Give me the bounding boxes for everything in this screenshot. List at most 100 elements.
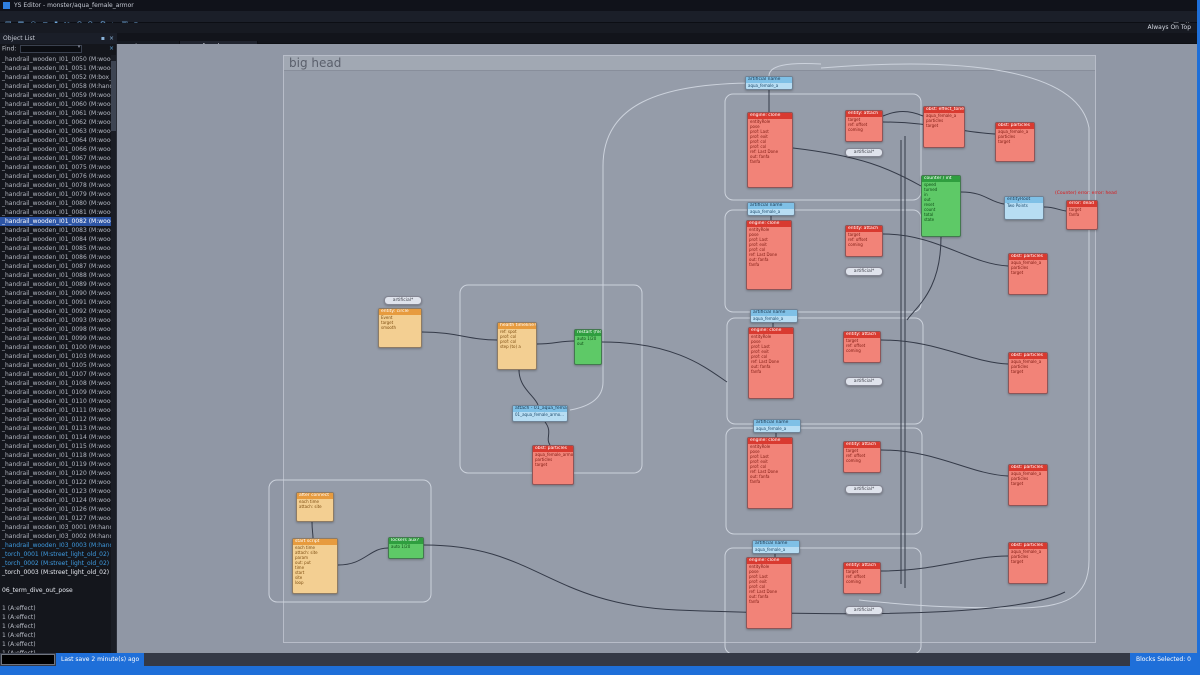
list-item[interactable]: _handrail_wooden_I01_0052 (M:box_l) — [0, 73, 111, 82]
start-script[interactable]: start script each time attach: site param ou… — [292, 538, 338, 594]
list-item[interactable]: _handrail_wooden_I01_0080 (M:wood... — [0, 199, 111, 208]
entity-attach-3[interactable]: entity: attach target ref: offset coming — [843, 331, 881, 363]
list-item[interactable] — [0, 577, 111, 586]
entity-root[interactable]: entityRoot Two Points — [1004, 196, 1044, 220]
list-item[interactable]: 06_term_dive_out_pose — [0, 586, 111, 595]
artificial-pill-5[interactable]: artificial* — [845, 606, 883, 615]
entity-name-5[interactable]: artificial name aqua_female_a — [752, 540, 800, 554]
attach-aqua[interactable]: attach - 01_aqua_fema... 01_aqua_female_a… — [512, 405, 568, 422]
list-item[interactable]: _handrail_wooden_I01_0110 (M:wood... — [0, 397, 111, 406]
list-item[interactable]: _handrail_wooden_I01_0084 (M:wood... — [0, 235, 111, 244]
list-item[interactable]: 1 (A:effect) — [0, 631, 111, 640]
list-item[interactable]: _handrail_wooden_I01_0088 (M:wood... — [0, 271, 111, 280]
artificial-pill-left[interactable]: artificial* — [384, 296, 422, 305]
list-item[interactable]: _torch_0003 (M:street_light_old_02) — [0, 568, 111, 577]
obst-particles-5[interactable]: obst: particles aqua_female_a particles tar… — [1008, 542, 1048, 584]
list-item[interactable]: _handrail_wooden_I01_0098 (M:wood... — [0, 325, 111, 334]
list-item[interactable]: _handrail_wooden_I03_0001 (M:hand... — [0, 523, 111, 532]
list-item[interactable]: _handrail_wooden_I01_0064 (M:wood... — [0, 136, 111, 145]
entity-name-3[interactable]: artificial name aqua_female_a — [750, 309, 798, 323]
list-item[interactable]: _handrail_wooden_I01_0111 (M:wood... — [0, 406, 111, 415]
list-item[interactable]: _handrail_wooden_I01_0112 (M:wood... — [0, 415, 111, 424]
entity-attach-1[interactable]: entity: attach target ref: offset coming — [845, 110, 883, 142]
list-item[interactable]: _handrail_wooden_I01_0126 (M:wood... — [0, 505, 111, 514]
list-item[interactable]: _handrail_wooden_I01_0082 (M:wood... — [0, 217, 111, 226]
list-item[interactable]: _handrail_wooden_I01_0063 (M:wood... — [0, 127, 111, 136]
list-item[interactable]: _handrail_wooden_I01_0107 (M:wood... — [0, 370, 111, 379]
error-dead[interactable]: error: dead target fanfa — [1066, 200, 1098, 230]
list-item[interactable]: _handrail_wooden_I01_0067 (M:wood... — [0, 154, 111, 163]
list-item[interactable]: _torch_0001 (M:street_light_old_02) — [0, 550, 111, 559]
find-input[interactable]: ▾ — [20, 44, 83, 53]
node-canvas[interactable]: big head artificial name aqua_female_a eng… — [117, 44, 1197, 653]
chevron-down-icon[interactable]: ▾ — [78, 44, 81, 50]
entity-name-1[interactable]: artificial name aqua_female_a — [745, 76, 793, 90]
obst-particles-4[interactable]: obst: particles aqua_female_a particles tar… — [1008, 464, 1048, 506]
object-list-scrollbar[interactable] — [111, 55, 116, 653]
entity-circle[interactable]: entity: circle Event target smooth — [378, 308, 422, 348]
list-item[interactable]: _handrail_wooden_I01_0123 (M:wood... — [0, 487, 111, 496]
list-item[interactable]: _handrail_wooden_I01_0079 (M:wood... — [0, 190, 111, 199]
close-icon[interactable]: × — [109, 35, 114, 42]
list-item[interactable]: _handrail_wooden_I01_0059 (M:wood... — [0, 91, 111, 100]
list-item[interactable]: _handrail_wooden_I01_0075 (M:wood... — [0, 163, 111, 172]
list-item[interactable]: _handrail_wooden_I01_0087 (M:wood... — [0, 262, 111, 271]
obst-particles-left[interactable]: obst: particlesaqua_female_armor_apartic… — [532, 445, 574, 485]
list-item[interactable]: _handrail_wooden_I03_0002 (M:hand... — [0, 532, 111, 541]
list-item[interactable]: 1 (A:effect) — [0, 604, 111, 613]
lockers-aux[interactable]: lockers aux? auto 1/20 — [388, 537, 424, 559]
entity-name-4[interactable]: artificial name aqua_female_a — [753, 419, 801, 433]
list-item[interactable]: _handrail_wooden_I01_0085 (M:wood... — [0, 244, 111, 253]
list-item[interactable]: _handrail_wooden_I01_0076 (M:wood... — [0, 172, 111, 181]
list-item[interactable]: _handrail_wooden_I01_0092 (M:wood... — [0, 307, 111, 316]
list-item[interactable]: _handrail_wooden_I01_0061 (M:wood... — [0, 109, 111, 118]
list-item[interactable]: _handrail_wooden_I01_0105 (M:wood... — [0, 361, 111, 370]
restart-file[interactable]: restart (file auto 1/20 out — [574, 329, 602, 365]
list-item[interactable]: _handrail_wooden_I01_0124 (M:wood... — [0, 496, 111, 505]
engine-clone-5[interactable]: engine: clone entityRole pose prof: Last pro… — [746, 557, 792, 629]
list-item[interactable]: _handrail_wooden_I01_0083 (M:wood... — [0, 226, 111, 235]
list-item[interactable] — [0, 595, 111, 604]
list-item[interactable]: _handrail_wooden_I01_0103 (M:wood... — [0, 352, 111, 361]
health-timeline[interactable]: health timeline? ref: spot prof: col prof: … — [497, 322, 537, 370]
list-item[interactable]: _handrail_wooden_I01_0090 (M:wood... — [0, 289, 111, 298]
artificial-pill-2[interactable]: artificial* — [845, 267, 883, 276]
engine-clone-2[interactable]: engine: clone entityRole pose prof: Last pro… — [746, 220, 792, 290]
list-item[interactable]: _handrail_wooden_I01_0109 (M:wood... — [0, 388, 111, 397]
engine-clone-3[interactable]: engine: clone entityRole pose prof: Last pro… — [748, 327, 794, 399]
command-input[interactable] — [1, 654, 55, 665]
entity-attach-5[interactable]: entity: attach target ref: offset coming — [843, 562, 881, 594]
list-item[interactable]: _handrail_wooden_I01_0127 (M:wood... — [0, 514, 111, 523]
engine-clone-4[interactable]: engine: clone entityRole pose prof: Last pro… — [747, 437, 793, 509]
list-item[interactable]: _handrail_wooden_I01_0120 (M:wood... — [0, 469, 111, 478]
list-item[interactable]: _handrail_wooden_I01_0051 (M:wood... — [0, 64, 111, 73]
list-item[interactable]: _handrail_wooden_I01_0114 (M:wood... — [0, 433, 111, 442]
list-item[interactable]: _handrail_wooden_I01_0108 (M:wood... — [0, 379, 111, 388]
after-connect[interactable]: after connect each time attach: site — [296, 492, 334, 522]
entity-attach-2[interactable]: entity: attach target ref: offset coming — [845, 225, 883, 257]
pin-icon[interactable]: ▪ — [101, 35, 105, 42]
list-item[interactable]: _handrail_wooden_I01_0066 (M:wood... — [0, 145, 111, 154]
entity-attach-4[interactable]: entity: attach target ref: offset coming — [843, 441, 881, 473]
titlebar[interactable]: YS Editor - monster/aqua_female_armor — [0, 0, 1197, 11]
list-item[interactable]: _handrail_wooden_I01_0091 (M:wood... — [0, 298, 111, 307]
list-item[interactable]: _torch_0002 (M:street_light_old_02) — [0, 559, 111, 568]
list-item[interactable]: _handrail_wooden_I01_0122 (M:wood... — [0, 478, 111, 487]
list-item[interactable]: _handrail_wooden_I01_0078 (M:wood... — [0, 181, 111, 190]
list-item[interactable]: _handrail_wooden_I03_0003 (M:hand... — [0, 541, 111, 550]
list-item[interactable]: _handrail_wooden_I01_0081 (M:wood... — [0, 208, 111, 217]
list-item[interactable]: _handrail_wooden_I01_0058 (M:hand... — [0, 82, 111, 91]
list-item[interactable]: _handrail_wooden_I01_0100 (M:wood... — [0, 343, 111, 352]
obst-effect-tone[interactable]: obst: effect_tone aqua_female_a particles t… — [923, 106, 965, 148]
list-item[interactable]: _handrail_wooden_I01_0089 (M:wood... — [0, 280, 111, 289]
entity-name-2[interactable]: artificial name aqua_female_a — [747, 202, 795, 216]
list-item[interactable]: _handrail_wooden_I01_0050 (M:wood... — [0, 55, 111, 64]
counter-int[interactable]: counter / int speed turned in out reset count t… — [921, 175, 961, 237]
artificial-pill-4[interactable]: artificial* — [845, 485, 883, 494]
obst-particles-2[interactable]: obst: particles aqua_female_a particles tar… — [1008, 253, 1048, 295]
list-item[interactable]: 1 (A:effect) — [0, 640, 111, 649]
engine-clone-1[interactable]: engine: clone entityRole pose prof: Last pro… — [747, 112, 793, 188]
list-item[interactable]: _handrail_wooden_I01_0060 (M:wood... — [0, 100, 111, 109]
list-item[interactable]: _handrail_wooden_I01_0093 (M:wood... — [0, 316, 111, 325]
list-item[interactable]: _handrail_wooden_I01_0113 (M:wood... — [0, 424, 111, 433]
